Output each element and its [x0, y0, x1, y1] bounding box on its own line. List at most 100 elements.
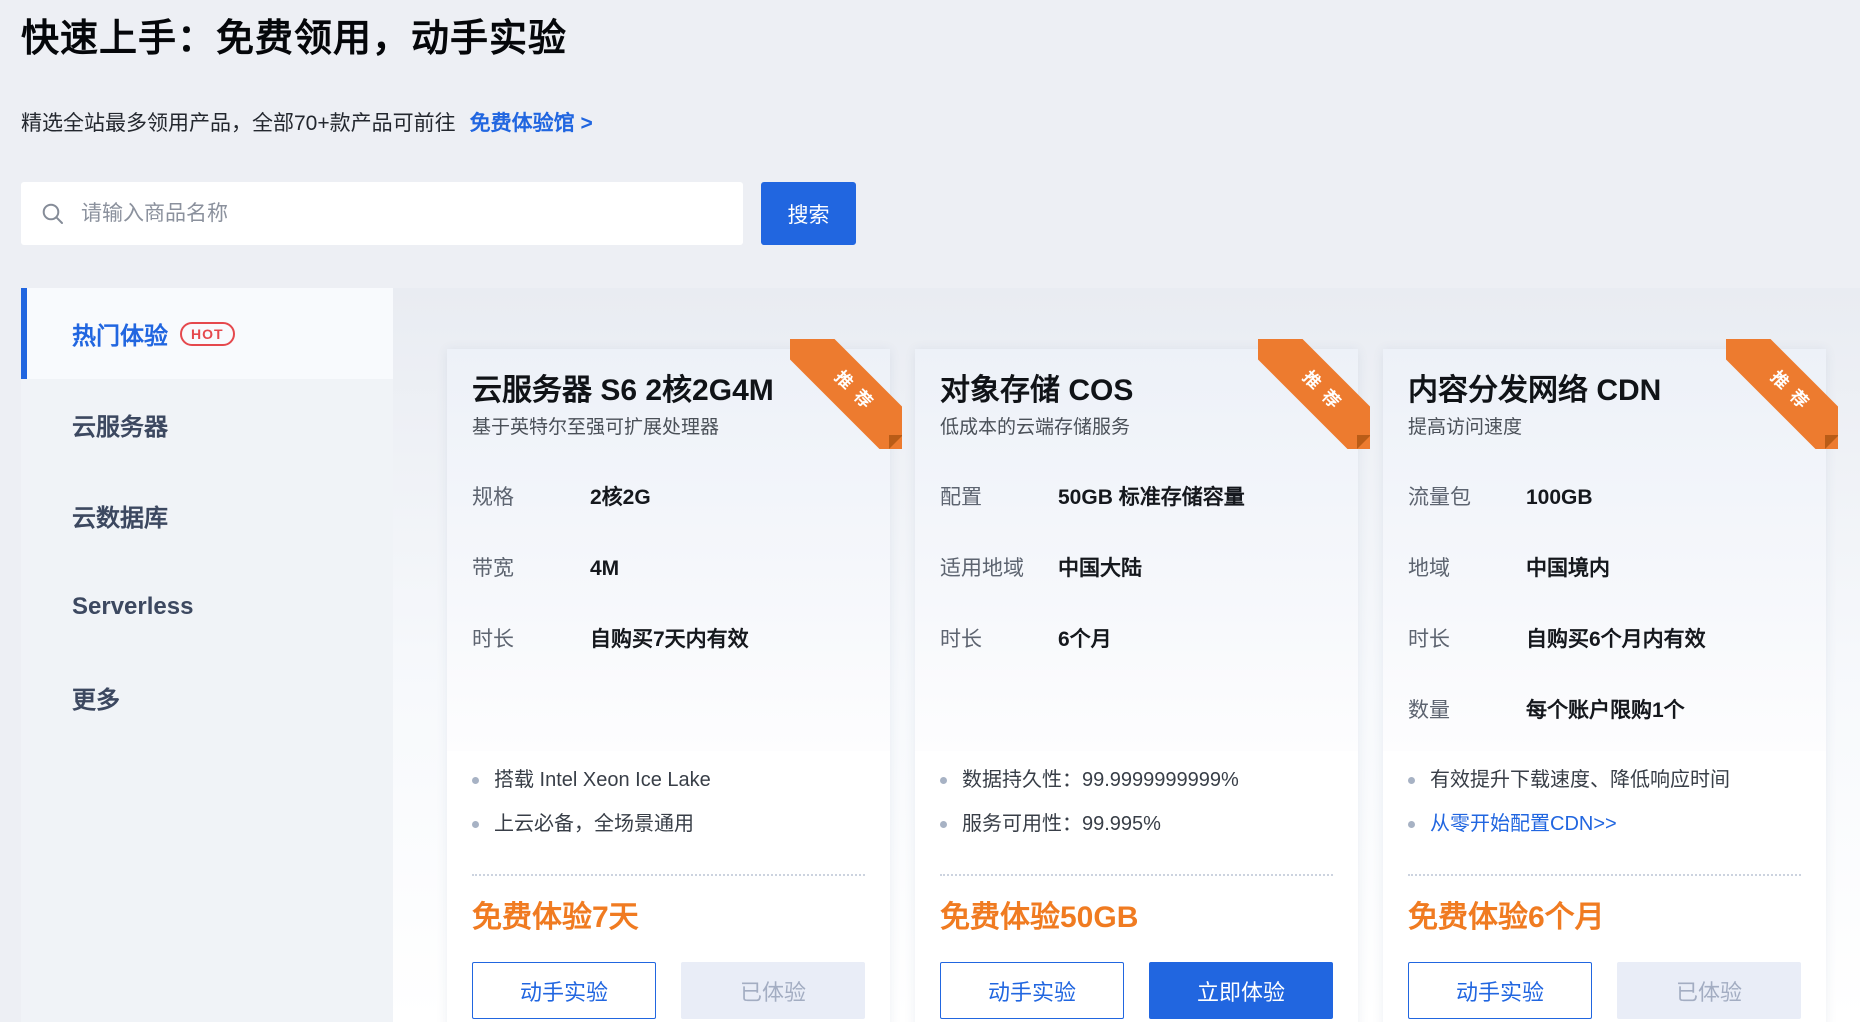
spec-row: 时长 自购买7天内有效 [472, 627, 866, 652]
experienced-button: 已体验 [681, 962, 865, 1019]
card-title: 内容分发网络 CDN [1408, 374, 1802, 408]
product-cards: 推荐 云服务器 S6 2核2G4M 基于英特尔至强可扩展处理器 规格 2核2G … [447, 349, 1826, 1022]
search-box[interactable] [21, 182, 743, 245]
card-title: 云服务器 S6 2核2G4M [472, 374, 866, 408]
card-highlights: 有效提升下载速度、降低响应时间 从零开始配置CDN>> [1408, 768, 1801, 876]
spec-row: 规格 2核2G [472, 485, 866, 510]
highlight-item: 从零开始配置CDN>> [1408, 812, 1801, 836]
spec-label: 流量包 [1408, 485, 1526, 510]
offer-text: 免费体验50GB [940, 900, 1333, 936]
product-card-cdn: 推荐 内容分发网络 CDN 提高访问速度 流量包 100GB 地域 中国境内 时… [1383, 349, 1826, 1022]
ribbon-fold-icon [1357, 435, 1370, 449]
spec-value: 中国境内 [1526, 556, 1610, 581]
spec-row: 时长 自购买6个月内有效 [1408, 627, 1802, 652]
spec-value: 100GB [1526, 485, 1593, 510]
spec-value: 4M [590, 556, 619, 581]
card-specs: 流量包 100GB 地域 中国境内 时长 自购买6个月内有效 数量 每个账户限购… [1408, 485, 1802, 723]
offer-text: 免费体验7天 [472, 900, 865, 936]
card-subtitle: 低成本的云端存储服务 [940, 416, 1334, 440]
sidebar-item-label: 云服务器 [72, 407, 168, 442]
page-subtitle-row: 精选全站最多领用产品，全部70+款产品可前往 免费体验馆 > [21, 107, 1860, 137]
spec-row: 配置 50GB 标准存储容量 [940, 485, 1334, 510]
card-title: 对象存储 COS [940, 374, 1334, 408]
bullet-dot-icon [1408, 777, 1415, 784]
card-body-section: 有效提升下载速度、降低响应时间 从零开始配置CDN>> 免费体验6个月 动手实验… [1383, 751, 1826, 1019]
sidebar-item-more[interactable]: 更多 [21, 652, 393, 743]
spec-value: 自购买6个月内有效 [1526, 627, 1706, 652]
search-row: 搜索 [21, 182, 1860, 245]
card-body-section: 数据持久性：99.9999999999% 服务可用性：99.995% 免费体验5… [915, 751, 1358, 1019]
free-trial-hall-link[interactable]: 免费体验馆 > [470, 107, 593, 137]
product-card-cos: 推荐 对象存储 COS 低成本的云端存储服务 配置 50GB 标准存储容量 适用… [915, 349, 1358, 1022]
sidebar-item-serverless[interactable]: Serverless [21, 561, 393, 652]
product-card-cvm-s6: 推荐 云服务器 S6 2核2G4M 基于英特尔至强可扩展处理器 规格 2核2G … [447, 349, 890, 1022]
card-highlights: 搭载 Intel Xeon Ice Lake 上云必备，全场景通用 [472, 768, 865, 876]
sidebar-item-label: Serverless [72, 593, 193, 621]
highlight-item: 数据持久性：99.9999999999% [940, 768, 1333, 792]
hot-badge: HOT [180, 322, 235, 346]
spec-label: 配置 [940, 485, 1058, 510]
experienced-button: 已体验 [1617, 962, 1801, 1019]
ribbon-fold-icon [1825, 435, 1838, 449]
highlight-link[interactable]: 从零开始配置CDN>> [1430, 812, 1617, 836]
search-button[interactable]: 搜索 [761, 182, 856, 245]
highlight-item: 服务可用性：99.995% [940, 812, 1333, 836]
card-subtitle: 基于英特尔至强可扩展处理器 [472, 416, 866, 440]
spec-value: 每个账户限购1个 [1526, 698, 1685, 723]
spec-label: 带宽 [472, 556, 590, 581]
hands-on-lab-button[interactable]: 动手实验 [1408, 962, 1592, 1019]
hands-on-lab-button[interactable]: 动手实验 [472, 962, 656, 1019]
offer-text: 免费体验6个月 [1408, 900, 1801, 936]
sidebar-item-label: 热门体验 [72, 316, 168, 351]
try-now-button[interactable]: 立即体验 [1149, 962, 1333, 1019]
spec-value: 自购买7天内有效 [590, 627, 749, 652]
spec-label: 规格 [472, 485, 590, 510]
sidebar-item-cdb[interactable]: 云数据库 [21, 470, 393, 561]
highlight-text: 有效提升下载速度、降低响应时间 [1430, 768, 1730, 792]
card-header-section: 内容分发网络 CDN 提高访问速度 流量包 100GB 地域 中国境内 时长 自… [1383, 349, 1826, 751]
spec-row: 流量包 100GB [1408, 485, 1802, 510]
spec-value: 2核2G [590, 485, 651, 510]
spec-row: 带宽 4M [472, 556, 866, 581]
spec-value: 50GB 标准存储容量 [1058, 485, 1245, 510]
card-actions: 动手实验立即体验 [940, 962, 1333, 1019]
bullet-dot-icon [472, 821, 479, 828]
search-input[interactable] [79, 182, 743, 245]
spec-value: 中国大陆 [1058, 556, 1142, 581]
search-icon [41, 202, 65, 226]
highlight-item: 搭载 Intel Xeon Ice Lake [472, 768, 865, 792]
category-sidebar-list: 热门体验 HOT 云服务器 云数据库 Serverless 更多 [21, 288, 393, 743]
spec-label: 时长 [1408, 627, 1526, 652]
card-actions: 动手实验已体验 [1408, 962, 1801, 1019]
category-sidebar: 热门体验 HOT 云服务器 云数据库 Serverless 更多 [21, 288, 393, 1022]
highlight-text: 服务可用性：99.995% [962, 812, 1161, 836]
card-header-section: 云服务器 S6 2核2G4M 基于英特尔至强可扩展处理器 规格 2核2G 带宽 … [447, 349, 890, 751]
spec-label: 时长 [472, 627, 590, 652]
spec-row: 时长 6个月 [940, 627, 1334, 652]
card-header-section: 对象存储 COS 低成本的云端存储服务 配置 50GB 标准存储容量 适用地域 … [915, 349, 1358, 751]
card-actions: 动手实验已体验 [472, 962, 865, 1019]
bullet-dot-icon [940, 777, 947, 784]
bullet-dot-icon [472, 777, 479, 784]
spec-label: 时长 [940, 627, 1058, 652]
sidebar-item-cvm[interactable]: 云服务器 [21, 379, 393, 470]
highlight-text: 搭载 Intel Xeon Ice Lake [494, 768, 711, 792]
card-highlights: 数据持久性：99.9999999999% 服务可用性：99.995% [940, 768, 1333, 876]
bullet-dot-icon [940, 821, 947, 828]
page-header: 快速上手：免费领用，动手实验 精选全站最多领用产品，全部70+款产品可前往 免费… [0, 0, 1860, 245]
sidebar-item-label: 云数据库 [72, 498, 168, 533]
card-specs: 规格 2核2G 带宽 4M 时长 自购买7天内有效 [472, 485, 866, 652]
content-area: 热门体验 HOT 云服务器 云数据库 Serverless 更多 推荐 云服务器… [21, 288, 1860, 1022]
page-title: 快速上手：免费领用，动手实验 [21, 16, 1860, 62]
sidebar-item-label: 更多 [72, 680, 120, 715]
spec-label: 适用地域 [940, 556, 1058, 581]
sidebar-item-hot[interactable]: 热门体验 HOT [21, 288, 393, 379]
card-subtitle: 提高访问速度 [1408, 416, 1802, 440]
spec-label: 地域 [1408, 556, 1526, 581]
highlight-text: 数据持久性：99.9999999999% [962, 768, 1239, 792]
spec-value: 6个月 [1058, 627, 1112, 652]
hands-on-lab-button[interactable]: 动手实验 [940, 962, 1124, 1019]
highlight-text: 上云必备，全场景通用 [494, 812, 694, 836]
spec-row: 适用地域 中国大陆 [940, 556, 1334, 581]
spec-label: 数量 [1408, 698, 1526, 723]
